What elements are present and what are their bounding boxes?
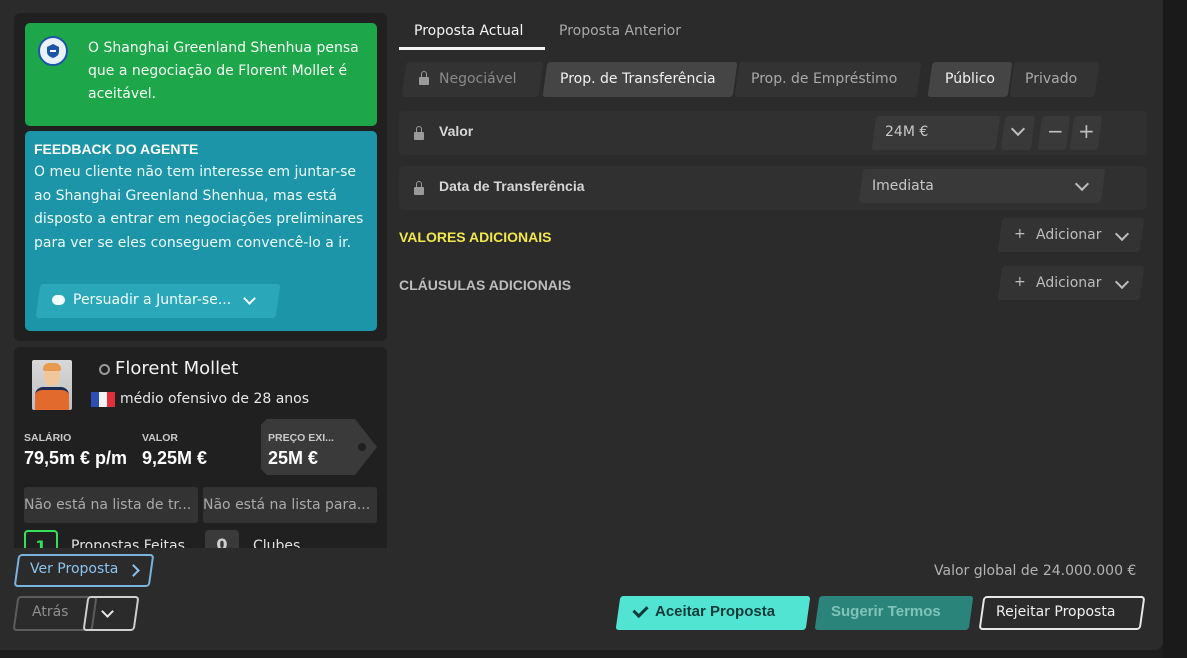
asking-price-label: PREÇO EXI...	[268, 432, 334, 444]
asking-price-value: 25M €	[268, 448, 319, 468]
chevron-down-icon	[243, 291, 257, 305]
value-field-label: Valor	[439, 123, 474, 139]
tag-hole	[358, 443, 366, 451]
france-flag-icon	[91, 392, 115, 407]
additional-values-title: VALORES ADICIONAIS	[399, 229, 552, 245]
salary-value: 79,5m € p/m	[24, 448, 128, 468]
view-offer-label: Ver Proposta	[30, 561, 119, 577]
assistant-message-box: O Shanghai Greenland Shenhua pensa que a…	[25, 23, 377, 126]
tab-current-offer[interactable]: Proposta Actual	[414, 23, 523, 39]
clubs-label: Clubes	[253, 538, 301, 548]
offers-count: 1	[24, 530, 58, 548]
minus-icon: −	[1047, 119, 1064, 143]
transfer-date-value: Imediata	[872, 178, 934, 194]
active-tab-indicator	[399, 47, 545, 50]
view-offer-button[interactable]: Ver Proposta	[13, 554, 155, 587]
player-card: Florent Mollet médio ofensivo de 28 anos…	[14, 347, 387, 548]
salary-label: SALÁRIO	[24, 432, 72, 444]
additional-clauses-title: CLÁUSULAS ADICIONAIS	[399, 277, 572, 293]
lock-icon	[419, 71, 429, 85]
value-amount: 24M €	[885, 124, 929, 140]
lock-icon	[414, 126, 424, 140]
check-icon	[632, 601, 649, 618]
plus-icon: +	[1014, 226, 1026, 242]
left-column: O Shanghai Greenland Shenhua pensa que a…	[14, 13, 387, 548]
value-label: VALOR	[142, 432, 178, 444]
public-label: Público	[945, 71, 995, 87]
clubs-count: 0	[205, 530, 239, 548]
plus-icon: +	[1014, 274, 1026, 290]
reject-offer-label: Rejeitar Proposta	[996, 604, 1116, 620]
plus-icon: +	[1078, 119, 1095, 143]
tab-previous-offer[interactable]: Proposta Anterior	[559, 23, 681, 39]
club-crest-icon	[38, 36, 68, 66]
add-clause-label: Adicionar	[1036, 275, 1102, 291]
persuade-label: Persuadir a Juntar-se...	[73, 292, 232, 308]
transfer-date-label: Data de Transferência	[439, 178, 585, 194]
agent-feedback-title: FEEDBACK DO AGENTE	[34, 141, 199, 157]
assistant-message-text: O Shanghai Greenland Shenhua pensa que a…	[88, 40, 359, 102]
speech-bubble-icon	[52, 295, 65, 305]
loan-offer-label: Prop. de Empréstimo	[751, 71, 898, 87]
player-avatar[interactable]	[32, 360, 72, 410]
negotiable-label: Negociável	[439, 71, 517, 87]
transfer-list-status[interactable]: Não está na lista de tr...	[24, 487, 198, 523]
offers-label: Propostas Feitas	[71, 538, 185, 548]
accept-offer-content[interactable]: Aceitar Proposta	[632, 601, 776, 620]
player-name[interactable]: Florent Mollet	[115, 358, 238, 379]
add-value-label: Adicionar	[1036, 227, 1102, 243]
loan-list-status[interactable]: Não está na lista para...	[203, 487, 377, 523]
back-label: Atrás	[32, 604, 69, 620]
private-label: Privado	[1025, 71, 1078, 87]
suggest-terms-label: Sugerir Termos	[831, 603, 941, 620]
person-icon	[99, 364, 110, 375]
accept-offer-label: Aceitar Proposta	[655, 603, 776, 620]
player-description: médio ofensivo de 28 anos	[120, 391, 310, 407]
transfer-offer-label: Prop. de Transferência	[560, 71, 716, 87]
agent-feedback-text: O meu cliente não tem interesse em junta…	[34, 164, 364, 251]
global-value-text: Valor global de 24.000.000 €	[934, 563, 1137, 579]
persuade-button-content[interactable]: Persuadir a Juntar-se...	[52, 291, 257, 308]
lock-icon	[414, 181, 424, 195]
right-edge	[1163, 0, 1187, 658]
value-value: 9,25M €	[142, 448, 208, 468]
back-button-group[interactable]: Atrás	[12, 596, 140, 631]
